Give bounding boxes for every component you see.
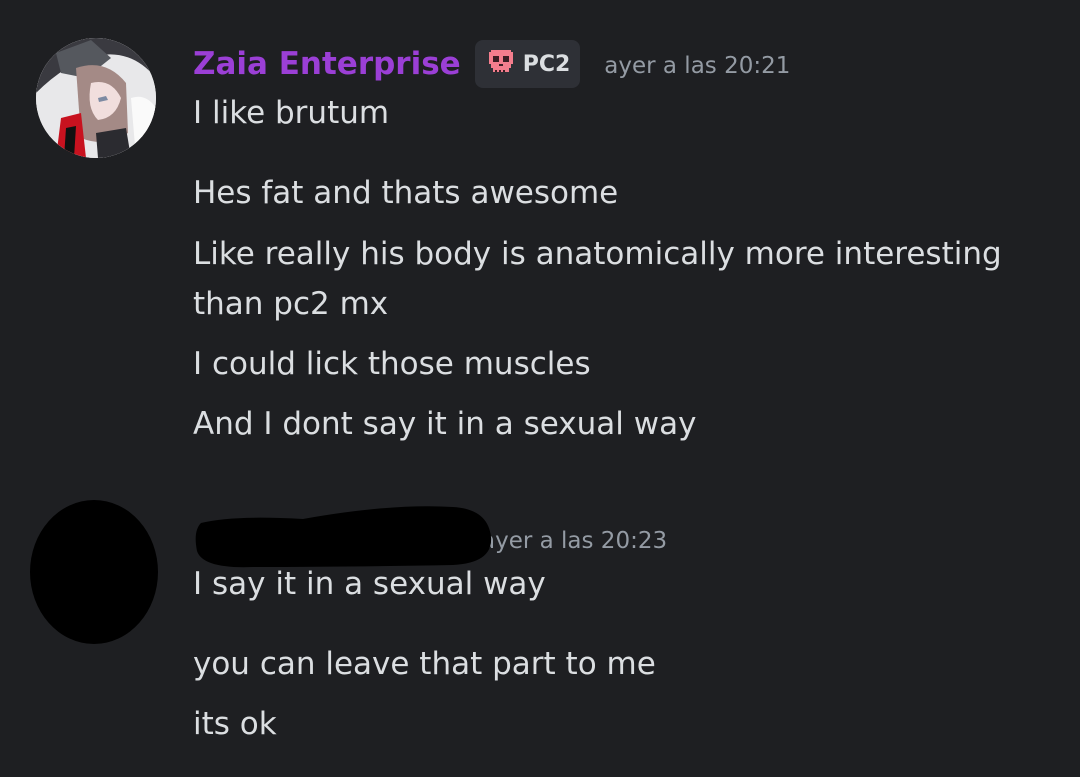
message-text: I say it in a sexual way [193, 566, 546, 602]
message-text: I like brutum [193, 95, 390, 131]
server-tag[interactable]: PC2 [474, 40, 581, 88]
username[interactable]: Zaia Enterprise [193, 46, 461, 82]
chat-messages: Zaia Enterprise PC2 ayer a las 20:21 I l… [0, 0, 1080, 777]
message-text: its ok [193, 706, 277, 742]
message-text: I could lick those muscles [193, 346, 591, 382]
message-text: you can leave that part to me [193, 646, 656, 682]
timestamp[interactable]: ayer a las 20:23 [481, 528, 667, 554]
avatar[interactable] [36, 38, 156, 158]
message-text: And I dont say it in a sexual way [193, 406, 697, 442]
tag-label: PC2 [522, 51, 571, 77]
timestamp[interactable]: ayer a las 20:21 [604, 53, 790, 79]
message-header: Zaia Enterprise PC2 ayer a las 20:21 [193, 38, 790, 90]
avatar-redacted[interactable] [30, 500, 158, 644]
avatar-image [36, 38, 156, 158]
message-text: Hes fat and thats awesome [193, 175, 619, 211]
skull-icon [485, 46, 517, 82]
message-header: ayer a las 20:23 [193, 506, 667, 568]
message-text: Like really his body is anatomically mor… [193, 236, 1002, 322]
